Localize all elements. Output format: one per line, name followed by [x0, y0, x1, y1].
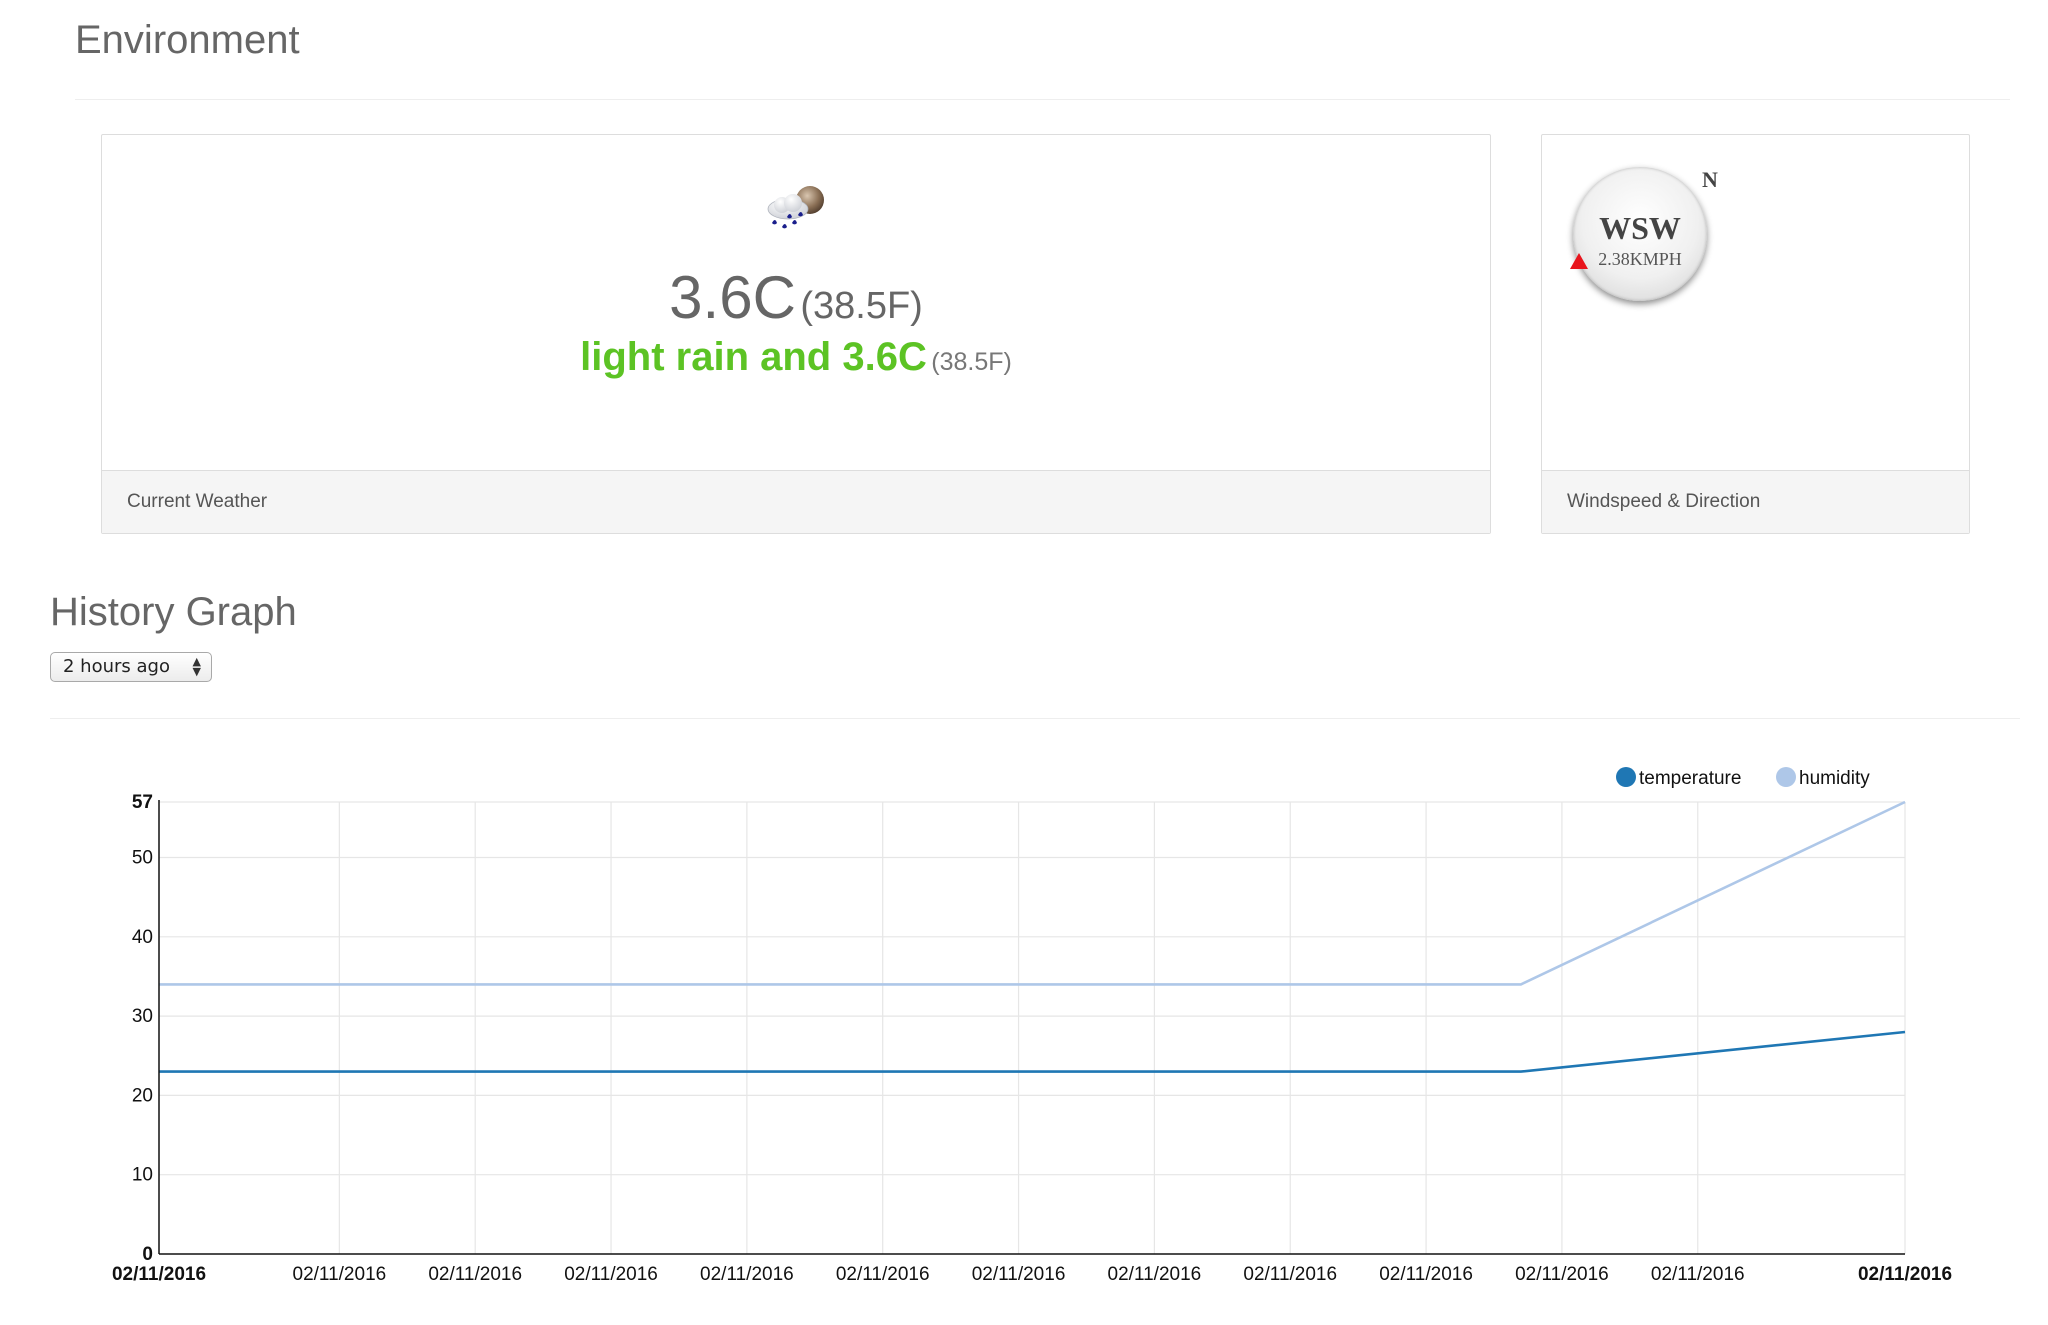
condition-text: light rain and 3.6C	[580, 335, 927, 379]
x-tick-label: 02/11/2016	[112, 1264, 206, 1285]
current-weather-panel: 3.6C (38.5F) light rain and 3.6C (38.5F)…	[101, 134, 1491, 534]
series-line-temperature	[159, 1030, 1906, 1073]
history-chart: 0 10 20 30 40 50 57 02/11/2016 02/11/2016 02/11/2…	[112, 767, 1952, 1285]
history-graph-title: History Graph	[50, 590, 297, 634]
x-tick-label: 02/11/2016	[564, 1264, 658, 1285]
legend-swatch-humidity	[1776, 767, 1796, 787]
wind-direction-arrow-icon	[1570, 253, 1588, 269]
x-tick-label: 02/11/2016	[1651, 1264, 1745, 1285]
current-weather-footer: Current Weather	[102, 470, 1490, 533]
temperature-celsius: 3.6C	[669, 264, 796, 331]
y-tick-label: 57	[132, 792, 153, 813]
wind-panel: WSW 2.38KMPH N Windspeed & Direction	[1541, 134, 1970, 534]
y-tick-label: 40	[132, 927, 153, 948]
compass-north-label: N	[1702, 167, 1718, 192]
select-arrows-icon: ▲ ▼	[192, 655, 201, 678]
x-tick-label: 02/11/2016	[1515, 1264, 1609, 1285]
legend-swatch-temperature	[1616, 767, 1636, 787]
history-range-select[interactable]: 2 hours ago ▲ ▼	[50, 652, 212, 682]
environment-divider	[75, 99, 2010, 100]
y-tick-label: 0	[142, 1244, 153, 1265]
cloud-rain-moon-icon	[767, 186, 824, 229]
current-temperature: 3.6C (38.5F)	[102, 263, 1490, 332]
legend-label-temperature: temperature	[1639, 768, 1741, 789]
weather-condition: light rain and 3.6C (38.5F)	[102, 335, 1490, 380]
y-tick-label: 50	[132, 848, 153, 869]
y-tick-label: 30	[132, 1006, 153, 1027]
x-tick-label: 02/11/2016	[428, 1264, 522, 1285]
x-tick-label: 02/11/2016	[1108, 1264, 1202, 1285]
temperature-fahrenheit: (38.5F)	[800, 285, 923, 327]
history-range-value: 2 hours ago	[63, 656, 170, 677]
x-tick-label: 02/11/2016	[1379, 1264, 1473, 1285]
x-tick-label: 02/11/2016	[836, 1264, 930, 1285]
x-tick-label: 02/11/2016	[1858, 1264, 1952, 1285]
wind-direction: WSW	[1599, 210, 1681, 246]
series-line-humidity	[159, 800, 1906, 986]
environment-title: Environment	[75, 18, 300, 62]
wind-speed: 2.38KMPH	[1598, 249, 1682, 269]
legend-label-humidity: humidity	[1799, 768, 1870, 789]
x-tick-label: 02/11/2016	[1243, 1264, 1337, 1285]
y-tick-label: 20	[132, 1085, 153, 1106]
x-tick-label: 02/11/2016	[293, 1264, 387, 1285]
x-tick-label: 02/11/2016	[972, 1264, 1066, 1285]
condition-fahrenheit: (38.5F)	[931, 348, 1012, 376]
wind-footer: Windspeed & Direction	[1542, 470, 1969, 533]
x-tick-label: 02/11/2016	[700, 1264, 794, 1285]
history-divider	[50, 718, 2020, 719]
y-tick-label: 10	[132, 1165, 153, 1186]
wind-compass-dial: WSW 2.38KMPH	[1573, 167, 1707, 301]
